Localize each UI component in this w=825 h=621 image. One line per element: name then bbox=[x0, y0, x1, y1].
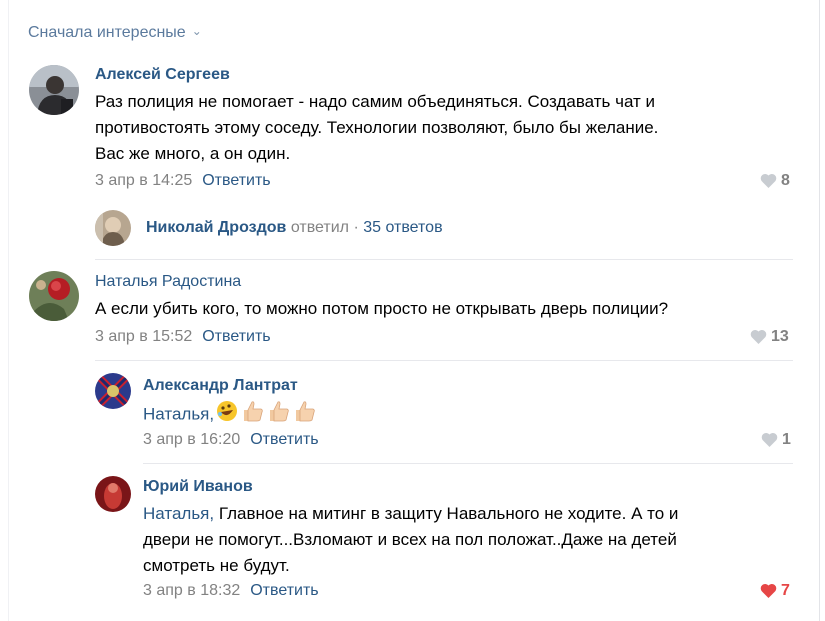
reply-text: Наталья, bbox=[143, 400, 316, 430]
thread-replier-name[interactable]: Николай Дроздов bbox=[146, 219, 286, 236]
thread-separator: · bbox=[353, 219, 359, 236]
comment-author[interactable]: Алексей Сергеев bbox=[95, 66, 230, 84]
comment-date[interactable]: 3 апр в 15:52 bbox=[95, 328, 192, 345]
avatar[interactable] bbox=[95, 373, 131, 409]
reply-text-line: Главное на митинг в защиту Навального не… bbox=[214, 504, 679, 523]
avatar[interactable] bbox=[29, 271, 79, 321]
heart-icon bbox=[750, 330, 767, 345]
like-button[interactable]: 7 bbox=[760, 582, 790, 600]
heart-icon bbox=[761, 433, 778, 448]
reply-button[interactable]: Ответить bbox=[250, 582, 318, 599]
divider bbox=[95, 360, 793, 361]
like-button[interactable]: 8 bbox=[760, 172, 790, 190]
divider bbox=[143, 463, 793, 464]
comment-text-line: Вас же много, а он один. bbox=[95, 144, 291, 163]
heart-icon bbox=[760, 584, 777, 599]
avatar-photo bbox=[95, 210, 131, 246]
like-count: 13 bbox=[771, 328, 789, 345]
avatar[interactable] bbox=[95, 210, 131, 246]
comment-date[interactable]: 3 апр в 14:25 bbox=[95, 172, 192, 189]
avatar[interactable] bbox=[95, 476, 131, 512]
reply-text-line: смотреть не будут. bbox=[143, 556, 290, 575]
avatar-photo bbox=[95, 373, 131, 409]
comment-text: Раз полиция не помогает - надо самим объ… bbox=[95, 89, 785, 167]
reply-author[interactable]: Юрий Иванов bbox=[143, 478, 253, 496]
reply-button[interactable]: Ответить bbox=[202, 172, 270, 189]
heart-icon bbox=[760, 174, 777, 189]
avatar-photo bbox=[95, 476, 131, 512]
comment-text-line: противостоять этому соседу. Технологии п… bbox=[95, 118, 659, 137]
mention-link[interactable]: Наталья, bbox=[143, 404, 214, 423]
comment-text: А если убить кого, то можно потом просто… bbox=[95, 299, 669, 318]
reply-text-line: двери не помогут...Взломают и всех на по… bbox=[143, 530, 677, 549]
thumbs-up-emoji bbox=[240, 400, 264, 430]
reply-date[interactable]: 3 апр в 18:32 bbox=[143, 582, 240, 599]
like-button[interactable]: 13 bbox=[750, 328, 789, 346]
reply-text: Наталья, Главное на митинг в защиту Нава… bbox=[143, 501, 793, 579]
thumbs-up-emoji bbox=[266, 400, 290, 430]
like-count: 1 bbox=[782, 431, 791, 448]
thread-summary[interactable]: Николай Дроздов ответил · 35 ответов bbox=[146, 219, 443, 237]
reply-button[interactable]: Ответить bbox=[250, 431, 318, 448]
comment-author[interactable]: Наталья Радостина bbox=[95, 273, 241, 291]
like-button[interactable]: 1 bbox=[761, 431, 791, 449]
divider bbox=[95, 259, 793, 260]
like-count: 8 bbox=[781, 172, 790, 189]
comment-meta: 3 апр в 15:52 Ответить bbox=[95, 328, 271, 346]
reply-author[interactable]: Александр Лантрат bbox=[143, 377, 298, 395]
avatar-photo bbox=[29, 271, 79, 321]
comment-text-line: Раз полиция не помогает - надо самим объ… bbox=[95, 92, 656, 111]
sort-dropdown[interactable]: Сначала интересные ⌄ bbox=[28, 24, 202, 42]
like-count: 7 bbox=[781, 582, 790, 599]
reply-date[interactable]: 3 апр в 16:20 bbox=[143, 431, 240, 448]
avatar[interactable] bbox=[29, 65, 79, 115]
thumbs-up-emoji bbox=[292, 400, 316, 430]
rolling-laughing-emoji bbox=[216, 400, 238, 430]
comment-meta: 3 апр в 14:25 Ответить bbox=[95, 172, 271, 190]
avatar-photo bbox=[29, 65, 79, 115]
chevron-down-icon: ⌄ bbox=[191, 24, 202, 38]
sort-label: Сначала интересные bbox=[28, 24, 186, 41]
thread-reply-count[interactable]: 35 ответов bbox=[363, 219, 442, 236]
mention-link[interactable]: Наталья, bbox=[143, 504, 214, 523]
reply-meta: 3 апр в 18:32 Ответить bbox=[143, 582, 319, 600]
reply-button[interactable]: Ответить bbox=[202, 328, 270, 345]
thread-verb: ответил bbox=[290, 219, 349, 236]
reply-meta: 3 апр в 16:20 Ответить bbox=[143, 431, 319, 449]
